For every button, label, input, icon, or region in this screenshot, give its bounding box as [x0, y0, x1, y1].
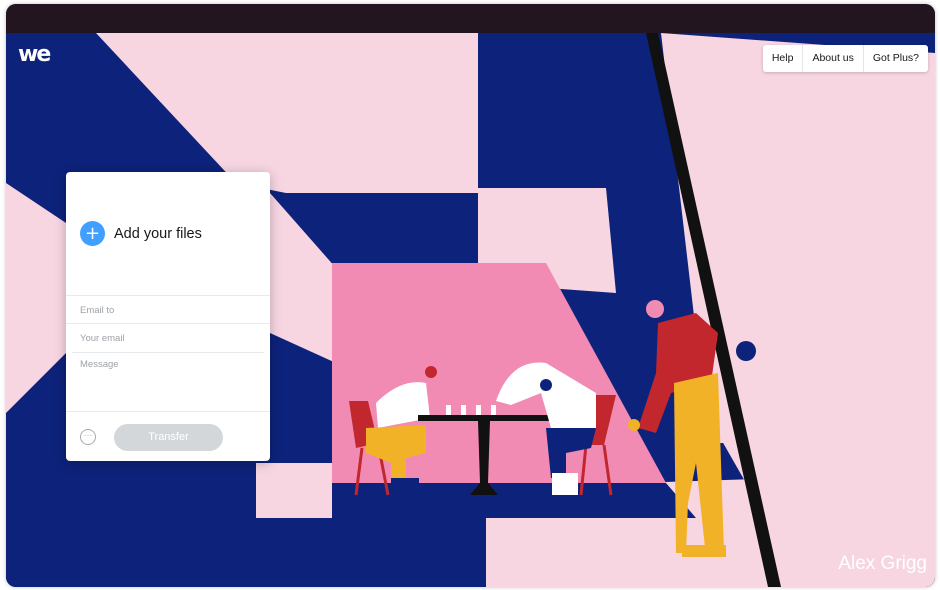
- panel-footer: ··· Transfer: [66, 411, 270, 462]
- browser-window: we Help About us Got Plus? + Add your fi…: [6, 4, 935, 587]
- transfer-button[interactable]: Transfer: [114, 424, 223, 451]
- wetransfer-logo[interactable]: we: [18, 44, 51, 66]
- nav-about-link[interactable]: About us: [802, 45, 862, 72]
- window-topbar: [6, 4, 935, 33]
- plus-icon[interactable]: +: [80, 221, 105, 246]
- top-navigation: Help About us Got Plus?: [762, 45, 928, 72]
- nav-plus-link[interactable]: Got Plus?: [862, 45, 928, 72]
- more-options-icon[interactable]: ···: [80, 429, 96, 445]
- your-email-field[interactable]: Your email: [72, 324, 264, 353]
- add-files-button[interactable]: + Add your files: [80, 221, 202, 246]
- artist-credit: Alex Grigg: [838, 553, 927, 574]
- message-field[interactable]: Message: [72, 353, 264, 411]
- transfer-panel: + Add your files Email to Your email Mes…: [66, 172, 270, 461]
- add-files-label[interactable]: Add your files: [114, 226, 202, 242]
- email-to-field[interactable]: Email to: [66, 295, 270, 324]
- nav-help-link[interactable]: Help: [763, 45, 803, 72]
